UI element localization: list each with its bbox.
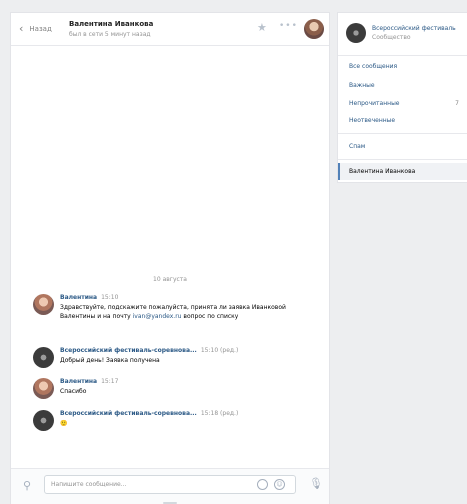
back-label: Назад [29,24,52,33]
sidebar-item-all[interactable]: Все сообщения [349,63,459,70]
sidebar-group-header[interactable]: Всероссийский фестиваль Сообщество [338,13,467,56]
chat-panel: ‹ Назад Валентина Иванкова был в сети 5 … [11,13,329,504]
message-author[interactable]: Валентина 15:17 [60,378,118,385]
microphone-icon[interactable]: 🎙 [309,477,323,490]
message-text: Здравствуйте, подскажите пожалуйста, при… [60,304,286,320]
group-subtitle: Сообщество [372,34,411,41]
sidebar-item-active-chat[interactable]: Валентина Иванкова [338,163,467,180]
sidebar: Всероссийский фестиваль Сообщество Все с… [338,13,467,182]
star-icon[interactable]: ★ [257,21,267,34]
back-button[interactable]: ‹ Назад [19,23,52,34]
message-time: 15:10 [101,294,119,301]
avatar[interactable] [33,294,54,315]
message-author[interactable]: Всероссийский фестиваль-соревнова... 15:1… [60,410,238,417]
group-avatar[interactable] [346,23,366,43]
sidebar-item-important[interactable]: Важные [349,82,459,89]
chat-header: ‹ Назад Валентина Иванкова был в сети 5 … [11,13,329,46]
message-time: 15:18 (ред.) [200,410,239,417]
camera-icon[interactable] [257,479,268,490]
message-text: Добрый день! Заявка получена [60,357,160,364]
more-icon[interactable]: ••• [279,21,298,31]
group-name[interactable]: Всероссийский фестиваль [372,25,465,32]
message-author[interactable]: Всероссийский фестиваль-соревнова... 15:1… [60,347,238,354]
email-link[interactable]: ivan@yandex.ru [133,313,182,320]
contact-avatar[interactable] [304,19,324,39]
contact-status: был в сети 5 минут назад [69,31,151,38]
message-input-bar: ⚲ ☺ 🎙 [11,468,329,504]
sidebar-divider [338,133,467,134]
message-time: 15:10 (ред.) [200,347,239,354]
message-time: 15:17 [101,378,119,385]
avatar[interactable] [33,347,54,368]
sidebar-divider [338,159,467,160]
sidebar-item-unanswered[interactable]: Неотвеченные [349,117,459,124]
message-text: Спасибо [60,388,87,395]
unread-count: 7 [455,100,459,107]
message-author[interactable]: Валентина 15:10 [60,294,118,301]
smile-icon[interactable]: ☺ [274,479,285,490]
avatar[interactable] [33,378,54,399]
contact-name[interactable]: Валентина Иванкова [69,20,153,28]
date-separator: 10 августа [153,276,187,283]
message-text: 🙂 [60,420,68,427]
chevron-left-icon: ‹ [19,22,24,35]
sidebar-item-unread[interactable]: Непрочитанные 7 [349,100,459,107]
sidebar-item-spam[interactable]: Спам [349,143,459,150]
paperclip-icon[interactable]: ⚲ [23,479,31,492]
avatar[interactable] [33,410,54,431]
